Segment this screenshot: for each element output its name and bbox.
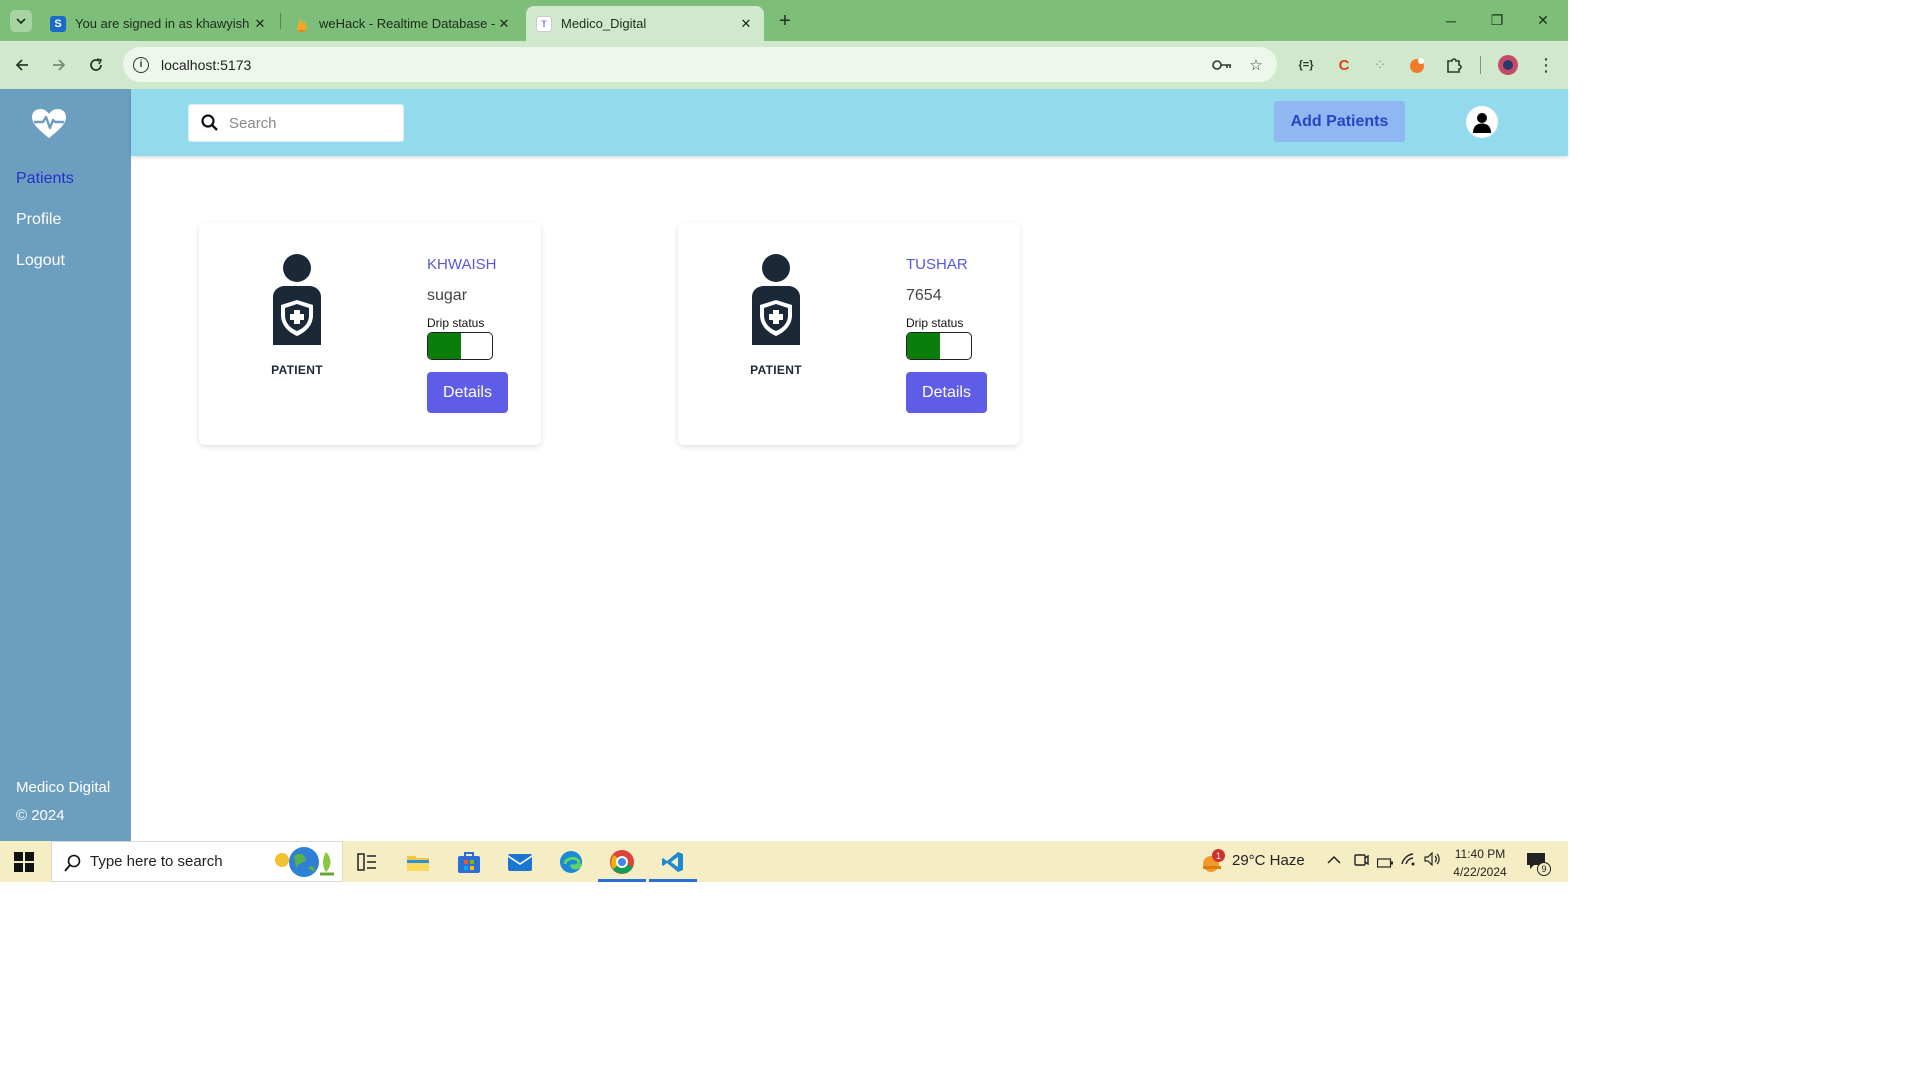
sidebar xyxy=(0,89,131,841)
clock-time: 11:40 PM xyxy=(1454,847,1506,861)
volume-icon[interactable] xyxy=(1424,851,1442,869)
tab-search-button[interactable] xyxy=(10,10,32,32)
user-avatar[interactable] xyxy=(1466,106,1498,138)
edge-browser-icon[interactable] xyxy=(555,847,587,877)
windows-logo-icon xyxy=(14,852,34,872)
patient-name: TUSHAR xyxy=(906,256,968,273)
toolbar-divider xyxy=(1480,56,1481,74)
chevron-down-icon xyxy=(16,18,26,24)
profile-avatar-icon[interactable] xyxy=(1498,55,1518,75)
page-favicon-icon: T xyxy=(536,15,552,32)
url-text: localhost:5173 xyxy=(161,56,252,73)
drip-status-toggle[interactable] xyxy=(427,332,493,360)
mail-icon[interactable] xyxy=(504,847,536,877)
details-button[interactable]: Details xyxy=(427,372,508,413)
file-explorer-icon[interactable] xyxy=(402,847,434,877)
new-tab-button[interactable]: + xyxy=(774,10,796,32)
extension-json-icon[interactable]: {=} xyxy=(1296,55,1316,75)
bookmark-star-icon[interactable]: ☆ xyxy=(1246,55,1266,75)
clock-date: 4/22/2024 xyxy=(1453,865,1507,879)
minimize-button[interactable]: ─ xyxy=(1428,0,1474,41)
extension-orange-icon[interactable] xyxy=(1407,55,1427,75)
footer-app-name: Medico Digital xyxy=(16,779,111,796)
site-info-icon[interactable]: i xyxy=(133,56,149,73)
patient-card: PATIENT KHWAISH sugar Drip status Detail… xyxy=(199,223,541,445)
clock[interactable]: 11:40 PM 4/22/2024 xyxy=(1442,845,1518,881)
patient-image-label: PATIENT xyxy=(271,363,323,377)
microsoft-store-icon[interactable] xyxy=(453,847,485,877)
patient-condition: 7654 xyxy=(906,287,942,304)
patient-card: PATIENT TUSHAR 7654 Drip status Details xyxy=(678,223,1020,445)
chrome-browser-icon[interactable] xyxy=(606,847,638,877)
browser-tab-2[interactable]: weHack - Realtime Database - ✕ xyxy=(284,6,522,41)
active-app-indicator xyxy=(649,879,697,882)
forward-arrow-icon xyxy=(53,59,66,71)
toggle-on-fill xyxy=(907,333,940,359)
show-hidden-icons-chevron-up-icon[interactable] xyxy=(1327,852,1341,868)
user-icon xyxy=(1473,113,1491,133)
vscode-icon[interactable] xyxy=(657,847,689,877)
add-patients-button[interactable]: Add Patients xyxy=(1274,101,1405,142)
heart-pulse-logo-icon[interactable] xyxy=(31,108,67,145)
extension-c-icon[interactable]: C xyxy=(1334,55,1354,75)
taskbar-search-placeholder: Type here to search xyxy=(90,853,223,870)
s-favicon-icon: S xyxy=(50,15,66,32)
search-highlight-earth-icon xyxy=(268,844,340,885)
address-bar[interactable]: i localhost:5173 xyxy=(123,47,1277,82)
search-box[interactable] xyxy=(188,104,404,142)
close-tab-icon[interactable]: ✕ xyxy=(252,16,268,32)
close-tab-icon[interactable]: ✕ xyxy=(738,16,754,32)
patient-image xyxy=(265,253,329,345)
sidebar-item-profile[interactable]: Profile xyxy=(16,211,61,229)
forward-button[interactable] xyxy=(46,52,72,78)
wifi-icon[interactable] xyxy=(1401,852,1419,869)
toggle-on-fill xyxy=(428,333,461,359)
active-app-indicator xyxy=(598,879,646,882)
task-view-icon[interactable] xyxy=(351,847,383,877)
patient-condition: sugar xyxy=(427,287,468,304)
details-button[interactable]: Details xyxy=(906,372,987,413)
taskbar-search-box[interactable]: Type here to search xyxy=(51,841,343,882)
tab-separator xyxy=(280,13,281,29)
patient-image xyxy=(744,253,808,345)
browser-menu-icon[interactable]: ⋮ xyxy=(1536,55,1556,75)
search-icon xyxy=(64,854,81,872)
reload-icon xyxy=(90,58,103,71)
back-button[interactable] xyxy=(9,52,35,78)
meet-now-camera-icon[interactable] xyxy=(1353,853,1369,870)
weather-alert-badge: 1 xyxy=(1212,849,1225,862)
reload-button[interactable] xyxy=(83,52,109,78)
back-arrow-icon xyxy=(15,59,28,71)
drip-status-toggle[interactable] xyxy=(906,332,972,360)
close-tab-icon[interactable]: ✕ xyxy=(496,16,512,32)
extensions-puzzle-icon[interactable] xyxy=(1444,55,1464,75)
browser-tab-1[interactable]: S You are signed in as khawyish ✕ xyxy=(40,6,278,41)
patient-image-label: PATIENT xyxy=(750,363,802,377)
search-input[interactable] xyxy=(229,114,389,132)
browser-tab-active[interactable]: T Medico_Digital ✕ xyxy=(526,6,764,41)
patient-shield-icon xyxy=(752,254,800,345)
sidebar-item-patients[interactable]: Patients xyxy=(16,170,74,188)
search-icon xyxy=(201,114,218,131)
notifications-count-badge: 9 xyxy=(1537,862,1551,876)
tab-title: weHack - Realtime Database - xyxy=(319,16,496,31)
weather-text[interactable]: 29°C Haze xyxy=(1232,852,1305,869)
patient-name: KHWAISH xyxy=(427,256,497,273)
battery-icon[interactable] xyxy=(1376,855,1393,871)
tab-title: You are signed in as khawyish xyxy=(75,16,250,31)
drip-status-label: Drip status xyxy=(427,316,485,330)
sidebar-item-logout[interactable]: Logout xyxy=(16,252,65,270)
start-button[interactable] xyxy=(14,852,34,877)
tab-title: Medico_Digital xyxy=(561,16,647,31)
firebase-favicon-icon xyxy=(294,16,310,32)
restore-button[interactable]: ❐ xyxy=(1474,0,1520,41)
drip-status-label: Drip status xyxy=(906,316,964,330)
footer-copyright: © 2024 xyxy=(16,807,65,824)
extension-dots-icon[interactable]: ⁘ xyxy=(1370,55,1390,75)
close-window-button[interactable]: ✕ xyxy=(1520,0,1566,41)
patient-shield-icon xyxy=(273,254,321,345)
password-key-icon[interactable] xyxy=(1212,55,1232,75)
